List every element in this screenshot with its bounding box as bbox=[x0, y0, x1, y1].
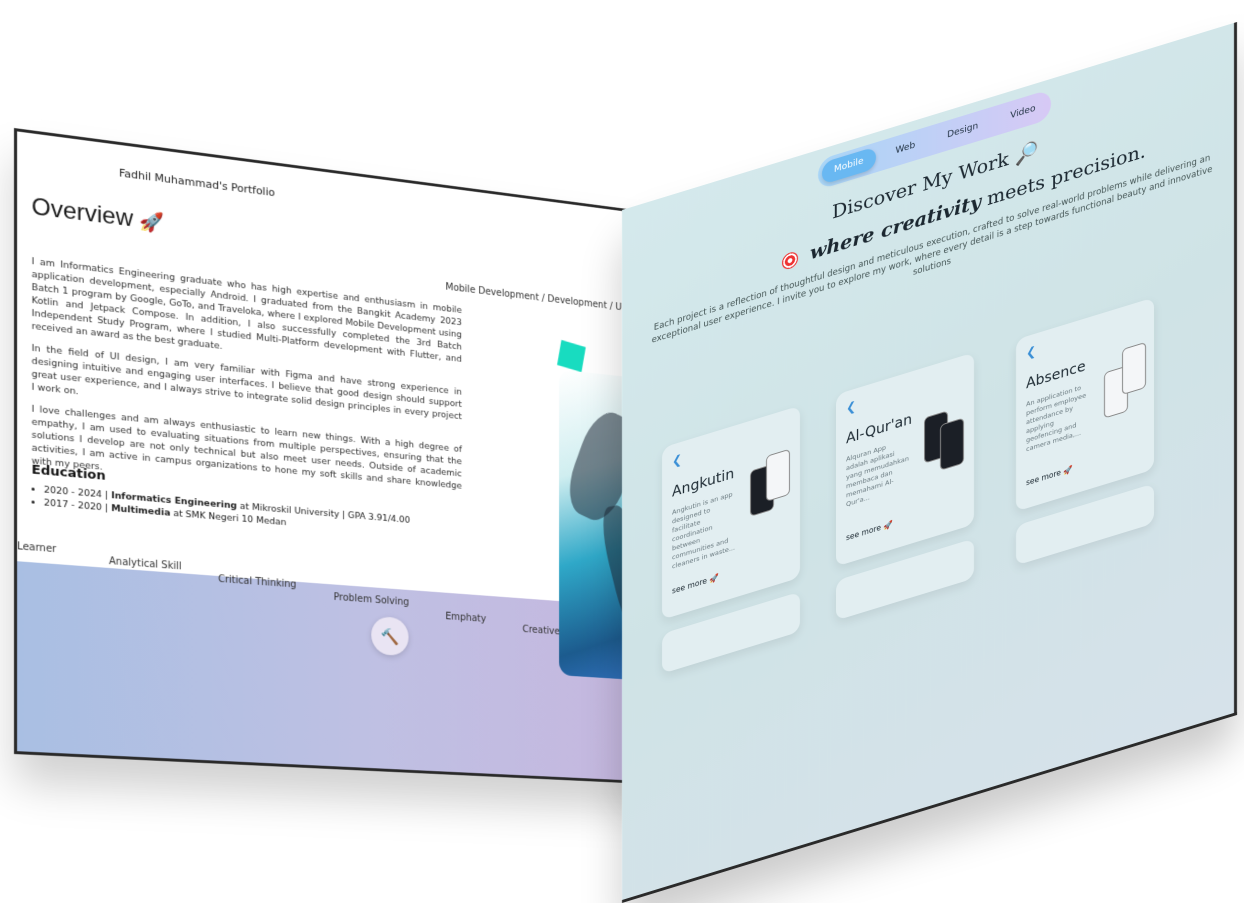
chevron-icon: ❮ bbox=[1026, 343, 1036, 360]
project-description: Alquran App adalah aplikasi yang memudah… bbox=[846, 436, 910, 510]
education-degree: Multimedia bbox=[111, 503, 170, 519]
phone-mockup bbox=[1122, 342, 1146, 395]
see-more-link[interactable]: see more 🚀 bbox=[1026, 464, 1073, 487]
tab-web[interactable]: Web bbox=[884, 131, 928, 166]
skill-learner: Learner bbox=[17, 541, 56, 555]
tab-design[interactable]: Design bbox=[935, 111, 990, 150]
project-card-alquran[interactable]: ❮ Al-Qur'an Alquran App adalah aplikasi … bbox=[836, 352, 974, 566]
portfolio-header: Fadhil Muhammad's Portfolio bbox=[119, 167, 275, 200]
project-description: An application to perform employee atten… bbox=[1026, 381, 1090, 455]
chevron-icon: ❮ bbox=[846, 398, 856, 415]
overview-title: Overview 🚀 bbox=[32, 193, 165, 237]
tab-video[interactable]: Video bbox=[998, 94, 1047, 131]
project-card-absence[interactable]: ❮ Absence An application to perform empl… bbox=[1016, 297, 1154, 511]
discover-work-screen: Mobile Web Design Video Discover My Work… bbox=[622, 22, 1237, 903]
portfolio-overview-screen: Fadhil Muhammad's Portfolio Overview 🚀 M… bbox=[14, 128, 702, 787]
see-more-link[interactable]: see more 🚀 bbox=[846, 519, 893, 542]
chevron-icon: ❮ bbox=[672, 452, 682, 469]
magnifier-icon: 🔎 bbox=[1015, 139, 1039, 168]
project-description: Angkutin is an app designed to facilitat… bbox=[672, 489, 736, 572]
decorative-square bbox=[557, 340, 586, 372]
phone-mockup bbox=[766, 449, 790, 502]
breadcrumb[interactable]: Mobile Development / Development / U bbox=[445, 282, 621, 313]
see-more-link[interactable]: see more 🚀 bbox=[672, 572, 719, 595]
overview-title-text: Overview bbox=[32, 193, 134, 232]
phone-mockup bbox=[940, 417, 964, 470]
project-card-angkutin[interactable]: ❮ Angkutin Angkutin is an app designed t… bbox=[662, 406, 800, 620]
tab-mobile[interactable]: Mobile bbox=[822, 146, 876, 184]
rocket-icon: 🚀 bbox=[140, 210, 165, 235]
scene: Fadhil Muhammad's Portfolio Overview 🚀 M… bbox=[0, 0, 1244, 788]
target-icon bbox=[782, 250, 798, 271]
